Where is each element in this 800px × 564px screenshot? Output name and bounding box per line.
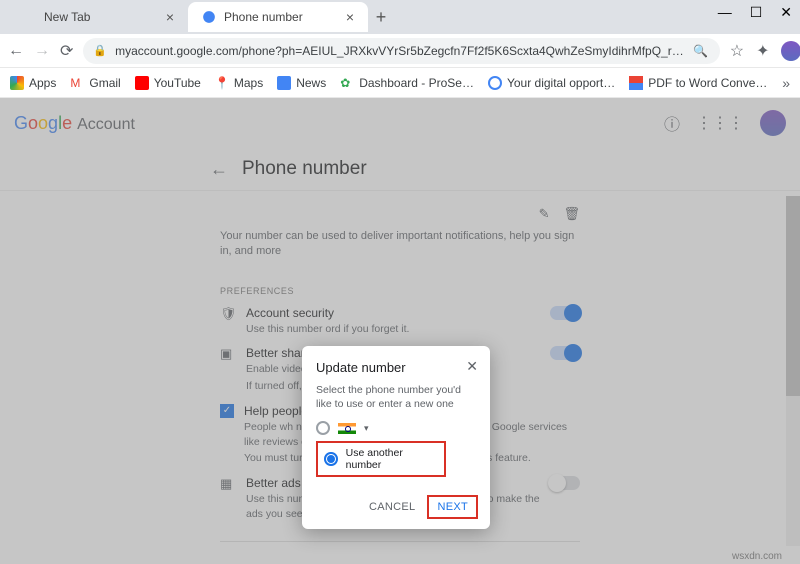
shield-icon: 🛡 — [220, 306, 236, 337]
maximize-button[interactable]: ☐ — [750, 4, 763, 21]
url-text: myaccount.google.com/phone?ph=AEIUL_JRXk… — [115, 44, 684, 58]
dialog-description: Select the phone number you'd like to us… — [316, 383, 476, 411]
bookmark-digital[interactable]: Your digital opport… — [488, 76, 615, 90]
cancel-button[interactable]: CANCEL — [363, 497, 421, 517]
bookmark-apps[interactable]: Apps — [10, 76, 56, 90]
bookmarks-overflow-icon[interactable]: » — [782, 75, 790, 91]
existing-number-option[interactable]: ▾ — [316, 421, 476, 435]
window-close-button[interactable]: ✕ — [780, 4, 792, 21]
better-sharing-toggle[interactable] — [550, 346, 580, 360]
tab-title: New Tab — [44, 10, 90, 24]
browser-tabs: New Tab × Phone number × + — [0, 0, 800, 34]
youtube-icon — [135, 76, 149, 90]
help-icon[interactable]: ⓘ — [664, 111, 680, 135]
reload-button[interactable]: ⟳ — [60, 42, 73, 60]
tab-phone-number[interactable]: Phone number × — [188, 2, 368, 32]
bookmark-dashboard[interactable]: ✿Dashboard - ProSe… — [340, 76, 474, 90]
scrollbar[interactable] — [786, 196, 800, 546]
tab-new-tab[interactable]: New Tab × — [8, 2, 188, 32]
bookmark-star-icon[interactable]: ☆ — [730, 41, 744, 61]
pdf-icon — [629, 76, 643, 90]
next-button[interactable]: NEXT — [429, 497, 476, 517]
india-flag-icon — [338, 423, 356, 434]
checkbox-checked-icon[interactable]: ✓ — [220, 404, 234, 418]
video-icon: ▣ — [220, 346, 236, 393]
preferences-label: PREFERENCES — [220, 286, 580, 296]
page-title-text: Phone number — [242, 158, 367, 180]
news-icon — [277, 76, 291, 90]
apps-grid-icon[interactable]: ⋮⋮⋮ — [696, 113, 744, 133]
chevron-down-icon[interactable]: ▾ — [364, 423, 369, 434]
bookmark-gmail[interactable]: MGmail — [70, 76, 120, 90]
phone-desc: Your number can be used to deliver impor… — [220, 229, 580, 260]
use-another-number-option[interactable]: Use another number — [316, 441, 446, 477]
bookmarks-bar: Apps MGmail YouTube 📍Maps News ✿Dashboar… — [0, 68, 800, 98]
generic-favicon — [22, 10, 36, 24]
dashboard-icon: ✿ — [340, 76, 354, 90]
tab-title: Phone number — [224, 10, 303, 24]
google-favicon — [202, 10, 216, 24]
address-bar[interactable]: 🔒 myaccount.google.com/phone?ph=AEIUL_JR… — [83, 38, 719, 64]
dialog-close-icon[interactable]: ✕ — [466, 358, 478, 375]
bookmark-maps[interactable]: 📍Maps — [215, 76, 263, 90]
close-tab-icon[interactable]: × — [346, 9, 354, 25]
account-security-toggle[interactable] — [550, 306, 580, 320]
account-avatar[interactable] — [760, 110, 786, 136]
section-divider — [220, 541, 580, 542]
scrollbar-thumb[interactable] — [786, 196, 800, 396]
close-tab-icon[interactable]: × — [166, 9, 174, 25]
zoom-icon[interactable]: 🔍 — [692, 42, 710, 60]
extensions-icon[interactable]: ✦ — [756, 41, 769, 61]
better-ads-toggle[interactable] — [550, 476, 580, 490]
forward-button[interactable]: → — [34, 42, 50, 60]
apps-icon — [10, 76, 24, 90]
google-account-logo: Google Account — [14, 113, 135, 134]
lock-icon: 🔒 — [93, 44, 107, 57]
back-arrow-icon[interactable]: ← — [210, 159, 228, 180]
back-button[interactable]: ← — [8, 42, 24, 60]
bookmark-pdf[interactable]: PDF to Word Conve… — [629, 76, 767, 90]
pref-account-security-desc: Use this number ord if you forget it. — [246, 322, 540, 337]
radio-unchecked-icon — [316, 421, 330, 435]
footer-credit: wsxdn.com — [732, 551, 782, 562]
radio-checked-icon — [324, 452, 338, 466]
pref-account-security-title: Account security — [246, 306, 540, 320]
use-another-number-label: Use another number — [346, 447, 438, 471]
gmail-icon: M — [70, 76, 84, 90]
profile-avatar[interactable] — [781, 41, 800, 61]
bookmark-youtube[interactable]: YouTube — [135, 76, 201, 90]
edit-icon[interactable]: ✎ — [539, 206, 550, 222]
maps-icon: 📍 — [215, 76, 229, 90]
browser-toolbar: ← → ⟳ 🔒 myaccount.google.com/phone?ph=AE… — [0, 34, 800, 68]
minimize-button[interactable]: — — [718, 4, 732, 21]
ads-icon: ▦ — [220, 476, 236, 521]
bookmark-news[interactable]: News — [277, 76, 326, 90]
delete-icon[interactable]: 🗑 — [563, 206, 580, 222]
dialog-title: Update number — [316, 360, 476, 375]
new-tab-button[interactable]: + — [368, 7, 394, 28]
phone-number-value — [220, 205, 314, 223]
google-icon — [488, 76, 502, 90]
update-number-dialog: Update number ✕ Select the phone number … — [302, 346, 490, 529]
